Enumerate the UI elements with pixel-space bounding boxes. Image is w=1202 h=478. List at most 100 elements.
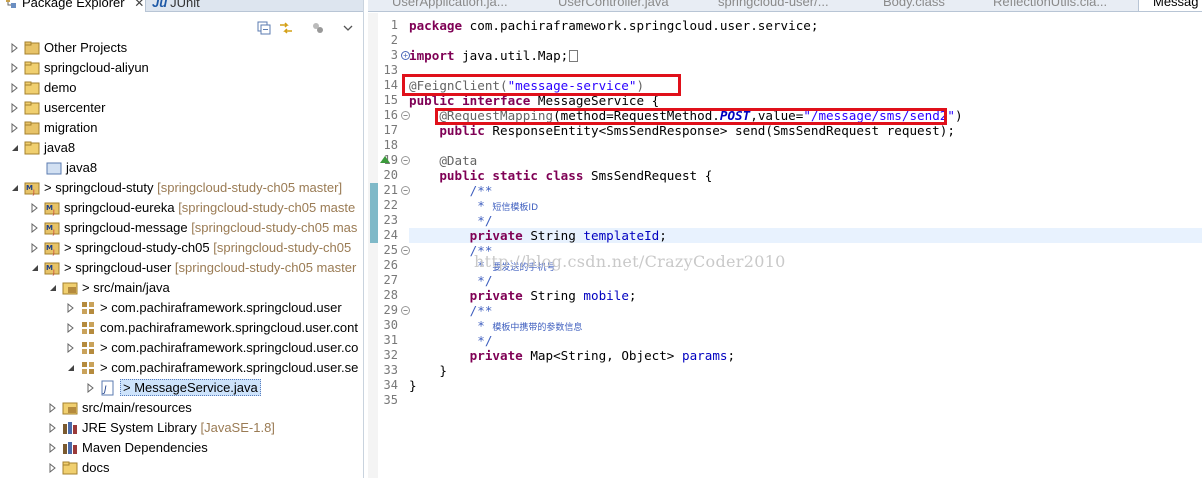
- tree-item-springcloud-eureka[interactable]: M Jspringcloud-eureka [springcloud-study-…: [0, 198, 363, 218]
- tab-junit[interactable]: Ju JUnit: [150, 0, 200, 12]
- collapsed-arrow-icon[interactable]: [66, 303, 76, 313]
- maven-icon: MJ: [44, 222, 60, 236]
- editor-tab-message-service[interactable]: Messag: [1138, 0, 1202, 11]
- close-icon[interactable]: ✕: [134, 0, 144, 10]
- expanded-arrow-icon[interactable]: [10, 143, 20, 153]
- tree-item-docs[interactable]: docs: [0, 458, 363, 478]
- svg-text:M: M: [26, 184, 33, 192]
- library-icon: [63, 442, 77, 454]
- collapsed-arrow-icon[interactable]: [10, 83, 20, 93]
- collapsed-arrow-icon[interactable]: [48, 423, 58, 433]
- project-icon: [24, 141, 40, 155]
- editor-tab-body-class[interactable]: Body.class: [883, 0, 945, 11]
- tree-item-springcloud-study-ch05[interactable]: M J > springcloud-study-ch05 [springcloud-…: [0, 238, 363, 258]
- tree-item-label: Other Projects: [44, 40, 128, 55]
- collapsed-arrow-icon[interactable]: [10, 123, 20, 133]
- code-line: import java.util.Map;: [409, 48, 579, 63]
- collapsed-arrow-icon[interactable]: [30, 223, 40, 233]
- tree-item-label: migration: [44, 120, 98, 135]
- tree-item-java8-project[interactable]: java8: [0, 138, 363, 158]
- src-folder-icon: [62, 402, 78, 415]
- tree-item-usercenter[interactable]: usercenter: [0, 98, 363, 118]
- tree-item-java8-folder[interactable]: java8: [0, 158, 363, 178]
- code-line: public ResponseEntity<SmsSendResponse> s…: [439, 123, 955, 138]
- collapsed-arrow-icon[interactable]: [66, 343, 76, 353]
- expanded-arrow-icon[interactable]: [66, 363, 76, 373]
- tree-item-label: docs: [82, 460, 110, 475]
- link-with-editor-icon[interactable]: [278, 20, 294, 36]
- java-file-icon: J: [101, 380, 114, 396]
- collapsed-arrow-icon[interactable]: [30, 203, 40, 213]
- tree-item-label: > com.pachiraframework.springcloud.user.…: [100, 360, 359, 375]
- collapsed-arrow-icon[interactable]: [48, 463, 58, 473]
- code-line: /**: [469, 183, 493, 198]
- code-line: }: [409, 378, 417, 393]
- collapsed-arrow-icon[interactable]: [86, 383, 96, 393]
- change-marker: [370, 183, 378, 243]
- code-area[interactable]: package com.pachiraframework.springcloud…: [402, 13, 1202, 478]
- svg-text:M: M: [46, 264, 53, 272]
- tree-item-label: JRE System Library [JavaSE-1.8]: [82, 420, 275, 435]
- collapsed-arrow-icon[interactable]: [66, 323, 76, 333]
- tree-item-springcloud-message[interactable]: M Jspringcloud-message [springcloud-study…: [0, 218, 363, 238]
- line-number: 30: [383, 318, 398, 332]
- package-explorer-panel: Package Explorer ✕ Ju JUnit Other Project…: [0, 0, 364, 478]
- svg-text:M: M: [46, 204, 53, 212]
- tree-item-label: java8: [44, 140, 76, 155]
- tree-item-springcloud-stuty[interactable]: M J > springcloud-stuty [springcloud-study…: [0, 178, 363, 198]
- junit-icon: Ju: [152, 0, 168, 10]
- svg-text:J: J: [52, 229, 55, 236]
- tree-item-label: > src/main/java: [82, 280, 170, 295]
- view-menu-chevron-down-icon[interactable]: [340, 20, 356, 36]
- tree-item-springcloud-user[interactable]: M J > springcloud-user [springcloud-study-…: [0, 258, 363, 278]
- tree-item-src-main-resources[interactable]: src/main/resources: [0, 398, 363, 418]
- tree-item-package-user-co[interactable]: > com.pachiraframework.springcloud.user.…: [0, 338, 363, 358]
- tree-item-label: > MessageService.java: [120, 378, 261, 398]
- project-closed-icon: [24, 41, 40, 55]
- collapsed-arrow-icon[interactable]: [10, 43, 20, 53]
- editor-tab-user-controller[interactable]: UserController.java: [558, 0, 669, 11]
- tree-item-jre-system-library[interactable]: JRE System Library [JavaSE-1.8]: [0, 418, 363, 438]
- package-icon: [82, 342, 94, 354]
- folder-icon: [62, 461, 78, 475]
- collapsed-arrow-icon[interactable]: [48, 403, 58, 413]
- tree-item-package-user-service[interactable]: > com.pachiraframework.springcloud.user.…: [0, 358, 363, 378]
- tree-item-package-user-controller[interactable]: com.pachiraframework.springcloud.user.co…: [0, 318, 363, 338]
- tab-package-explorer[interactable]: Package Explorer ✕: [0, 0, 146, 12]
- collapsed-arrow-icon[interactable]: [10, 63, 20, 73]
- svg-text:J: J: [52, 249, 55, 256]
- tree-item-springcloud-aliyun[interactable]: springcloud-aliyun: [0, 58, 363, 78]
- tree-item-label: > springcloud-study-ch05 [springcloud-st…: [64, 240, 352, 255]
- editor-tab-reflection-utils[interactable]: ReflectionUtils.cla...: [993, 0, 1107, 11]
- tree-item-src-main-java[interactable]: > src/main/java: [0, 278, 363, 298]
- expanded-arrow-icon[interactable]: [30, 263, 40, 273]
- tree-item-demo[interactable]: demo: [0, 78, 363, 98]
- code-line: /**: [469, 303, 493, 318]
- svg-text:M: M: [46, 244, 53, 252]
- tree-item-label: > springcloud-stuty [springcloud-study-c…: [44, 180, 343, 195]
- code-line: * 短信模板ID: [469, 198, 539, 213]
- tree-item-message-service-java[interactable]: J > MessageService.java: [0, 378, 363, 398]
- expanded-arrow-icon[interactable]: [48, 283, 58, 293]
- line-number: 29: [383, 303, 398, 317]
- editor-tab-springcloud-user[interactable]: springcloud-user/...: [718, 0, 829, 11]
- collapsed-arrow-icon[interactable]: [10, 103, 20, 113]
- line-number: 28: [383, 288, 398, 302]
- collapsed-arrow-icon[interactable]: [48, 443, 58, 453]
- focus-task-icon[interactable]: [310, 20, 326, 36]
- project-icon: [24, 61, 40, 75]
- tree-item-migration[interactable]: migration: [0, 118, 363, 138]
- tree-item-label: com.pachiraframework.springcloud.user.co…: [100, 320, 358, 335]
- collapsed-arrow-icon[interactable]: [30, 243, 40, 253]
- expanded-arrow-icon[interactable]: [10, 183, 20, 193]
- tree-item-package-user[interactable]: > com.pachiraframework.springcloud.user: [0, 298, 363, 318]
- requestmapping-highlight-box: [435, 108, 947, 125]
- maven-icon: MJ: [44, 202, 60, 216]
- editor-tab-user-application[interactable]: UserApplication.ja...: [392, 0, 508, 11]
- collapse-all-icon[interactable]: [256, 20, 272, 36]
- collapsed-imports-icon[interactable]: [569, 50, 579, 62]
- tree-item-maven-dependencies[interactable]: Maven Dependencies: [0, 438, 363, 458]
- code-line: * 模板中携带的参数信息: [469, 318, 583, 333]
- tree-item-label: > com.pachiraframework.springcloud.user: [100, 300, 342, 315]
- tree-item-other-projects[interactable]: Other Projects: [0, 38, 363, 58]
